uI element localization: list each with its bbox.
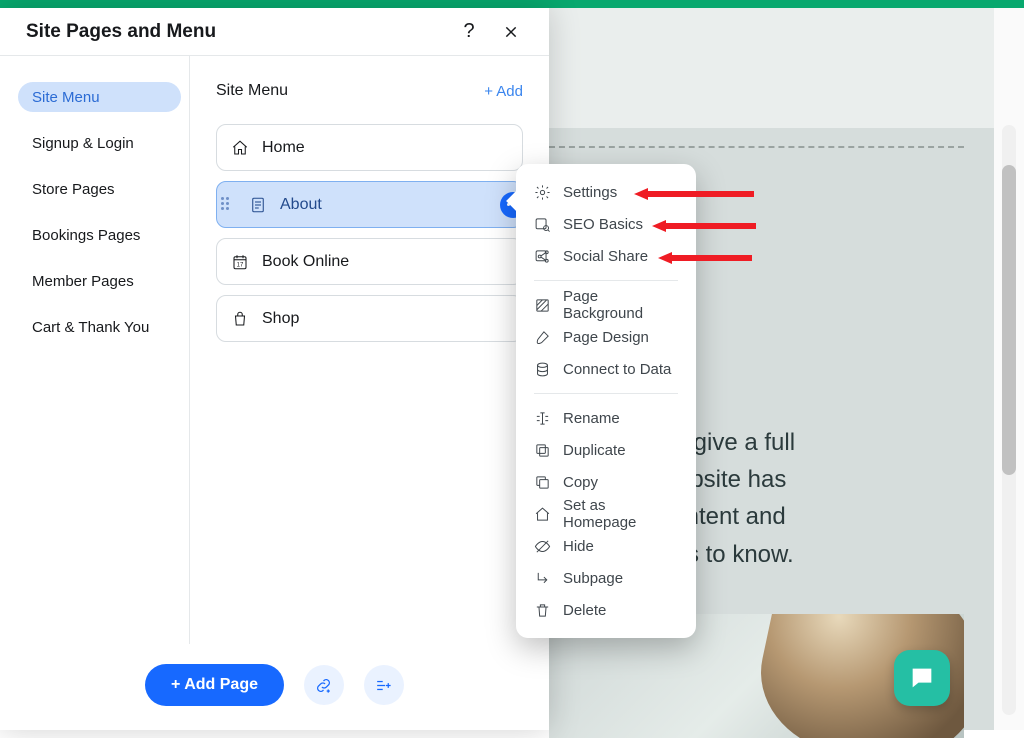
close-icon [503, 24, 519, 40]
facebook-icon[interactable] [677, 77, 695, 100]
panel-header: Site Pages and Menu ? [0, 8, 549, 56]
database-icon [534, 361, 551, 378]
panel-title: Site Pages and Menu [26, 21, 455, 43]
yelp-icon[interactable] [737, 77, 755, 100]
seo-icon [534, 216, 551, 233]
sidebar: Site Menu Signup & Login Store Pages Boo… [0, 56, 190, 644]
add-dynamic-page-button[interactable] [364, 665, 404, 705]
page-item-shop[interactable]: Shop [216, 295, 523, 342]
add-page-button[interactable]: + Add Page [145, 664, 284, 706]
page-item-book-online[interactable]: 17 Book Online [216, 238, 523, 285]
panel-footer: + Add Page [0, 644, 549, 730]
copy-icon [534, 474, 551, 491]
chat-button[interactable] [894, 650, 950, 706]
background-icon [534, 297, 551, 314]
gear-icon [534, 184, 551, 201]
chevron-down-icon [827, 80, 843, 96]
help-button[interactable]: ? [455, 18, 483, 46]
close-button[interactable] [497, 18, 525, 46]
section-title: Site Menu [216, 82, 288, 100]
svg-text:17: 17 [237, 262, 244, 268]
page-label: About [280, 196, 322, 214]
ctx-copy[interactable]: Copy [516, 466, 696, 498]
ctx-hide[interactable]: Hide [516, 530, 696, 562]
page-icon [249, 196, 267, 214]
sidebar-item-signup-login[interactable]: Signup & Login [18, 128, 181, 158]
site-pages-panel: Site Pages and Menu ? Site Menu Signup &… [0, 8, 549, 730]
app-top-accent [0, 0, 1024, 8]
page-label: Book Online [262, 253, 349, 271]
ctx-duplicate[interactable]: Duplicate [516, 434, 696, 466]
calendar-icon: 17 [231, 253, 249, 271]
ctx-subpage[interactable]: Subpage [516, 562, 696, 594]
share-icon [534, 248, 551, 265]
add-menu-item-button[interactable]: + Add [484, 83, 523, 100]
section-divider [549, 146, 964, 148]
ctx-delete[interactable]: Delete [516, 594, 696, 626]
right-scrollbar[interactable] [994, 8, 1024, 730]
duplicate-icon [534, 442, 551, 459]
trash-icon [534, 602, 551, 619]
nav-shop[interactable]: Shop [613, 79, 650, 97]
page-item-about[interactable]: About [216, 181, 523, 228]
annotation-arrow-social [658, 250, 752, 264]
book-now-button[interactable]: BOOK NOW [869, 43, 1014, 109]
rename-icon [534, 410, 551, 427]
ctx-background[interactable]: Page Background [516, 289, 696, 321]
sidebar-item-site-menu[interactable]: Site Menu [18, 82, 181, 112]
page-label: Home [262, 139, 305, 157]
site-header: Online Shop [549, 68, 964, 108]
ctx-design[interactable]: Page Design [516, 321, 696, 353]
page-item-home[interactable]: Home [216, 124, 523, 171]
ctx-homepage[interactable]: Set as Homepage [516, 498, 696, 530]
bag-icon [231, 310, 249, 328]
subpage-icon [534, 570, 551, 587]
page-context-menu: Settings SEO Basics Social Share Page Ba… [516, 164, 696, 638]
home-icon [231, 139, 249, 157]
sidebar-item-member-pages[interactable]: Member Pages [18, 266, 181, 296]
member-login[interactable] [791, 74, 843, 102]
page-label: Shop [262, 310, 299, 328]
social-icons [677, 77, 755, 100]
add-link-button[interactable] [304, 665, 344, 705]
scroll-thumb[interactable] [1002, 165, 1016, 475]
home-icon [534, 506, 551, 523]
sidebar-item-store-pages[interactable]: Store Pages [18, 174, 181, 204]
ctx-connect-data[interactable]: Connect to Data [516, 353, 696, 385]
brush-icon [534, 329, 551, 346]
drag-handle-icon[interactable] [221, 197, 231, 213]
instagram-icon[interactable] [707, 77, 725, 100]
hide-icon [534, 538, 551, 555]
sidebar-item-cart[interactable]: Cart & Thank You [18, 312, 181, 342]
avatar-icon [791, 74, 819, 102]
nav-online[interactable]: Online [549, 79, 595, 97]
annotation-arrow-seo [652, 218, 756, 232]
annotation-arrow-settings [634, 186, 754, 200]
main-column: Site Menu + Add Home About 17 Book Onlin… [190, 56, 549, 644]
ctx-rename[interactable]: Rename [516, 402, 696, 434]
sidebar-item-bookings[interactable]: Bookings Pages [18, 220, 181, 250]
